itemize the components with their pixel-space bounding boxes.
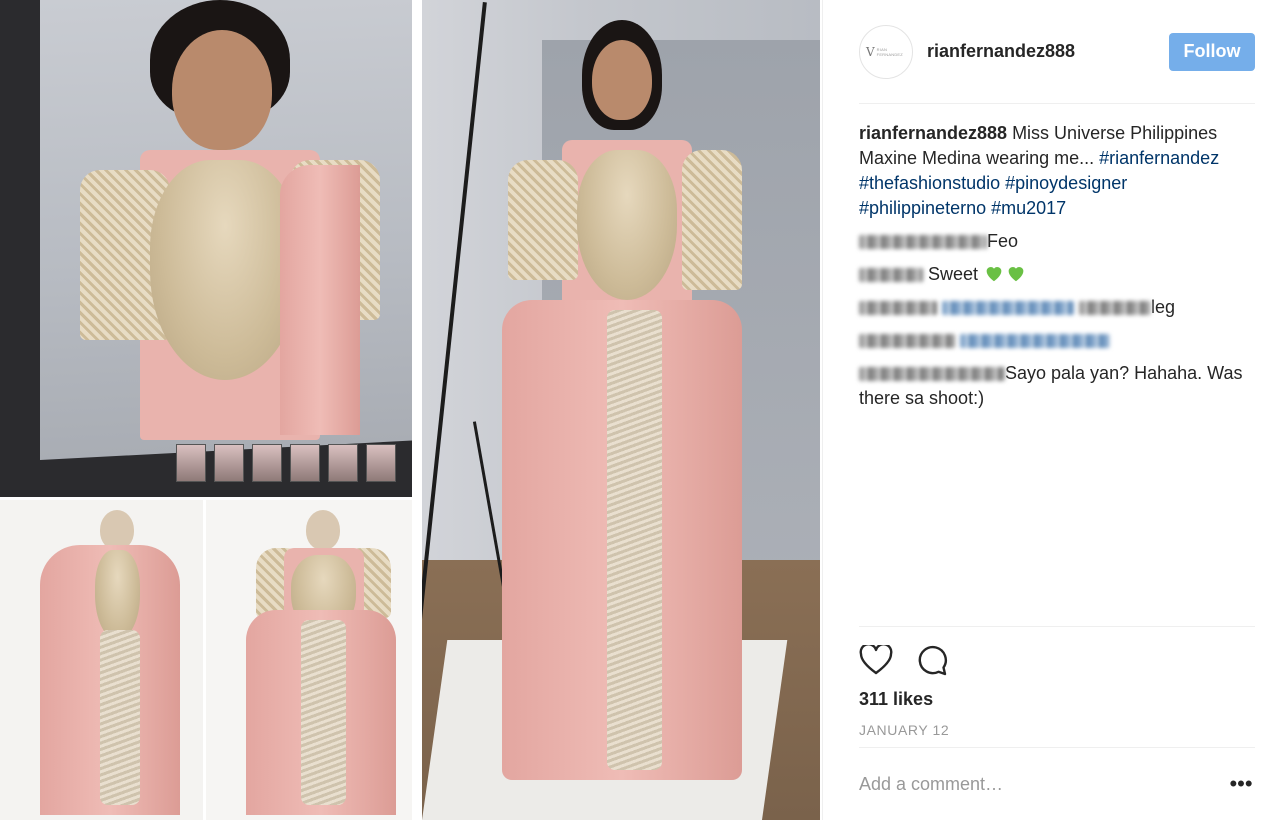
- post-sidebar: V RIAN FERNANDEZ rianfernandez888 Follow …: [822, 0, 1280, 820]
- hashtag-link[interactable]: #mu2017: [991, 198, 1066, 218]
- avatar[interactable]: V RIAN FERNANDEZ: [859, 24, 913, 79]
- like-button[interactable]: [859, 643, 893, 677]
- blurred-username: [859, 301, 937, 316]
- comment-item: Sayo pala yan? Hahaha. Was there sa shoo…: [859, 361, 1255, 411]
- photo-mannequin-side: [0, 500, 203, 820]
- post-header: V RIAN FERNANDEZ rianfernandez888 Follow: [859, 0, 1255, 104]
- blurred-username: [859, 268, 923, 283]
- comment-item: Sweet: [859, 262, 1255, 287]
- model-full-figure: [502, 20, 742, 820]
- heart-icon: [859, 645, 893, 675]
- comments-list: rianfernandez888 Miss Universe Philippin…: [859, 121, 1255, 411]
- hashtag-link[interactable]: #philippineterno: [859, 198, 986, 218]
- photo-mannequin-front: [206, 500, 412, 820]
- thumbnail-strip: [170, 438, 412, 488]
- follow-button[interactable]: Follow: [1169, 32, 1255, 71]
- brand-logo-icon: V RIAN FERNANDEZ: [866, 44, 903, 59]
- comment-text: Feo: [987, 231, 1019, 251]
- hashtag-link[interactable]: #pinoydesigner: [1005, 173, 1127, 193]
- comment-text: Sweet: [928, 264, 984, 284]
- hashtag-link[interactable]: #thefashionstudio: [859, 173, 1000, 193]
- caption: rianfernandez888 Miss Universe Philippin…: [859, 121, 1255, 221]
- comment-input[interactable]: [859, 773, 1227, 795]
- blurred-mention: [960, 334, 1111, 349]
- comment-item: [859, 328, 1255, 353]
- blurred-text: [1079, 301, 1152, 316]
- caption-username[interactable]: rianfernandez888: [859, 123, 1007, 143]
- comment-item: leg: [859, 295, 1255, 320]
- hashtag-link[interactable]: #rianfernandez: [1099, 148, 1219, 168]
- green-heart-emoji: [986, 267, 1002, 282]
- post-username[interactable]: rianfernandez888: [927, 41, 1169, 62]
- post-image[interactable]: [0, 0, 820, 820]
- comment-bar: •••: [859, 747, 1255, 820]
- comment-text: leg: [1151, 297, 1176, 317]
- blurred-mention: [942, 301, 1075, 316]
- more-options-icon[interactable]: •••: [1227, 770, 1255, 798]
- model-figure: [80, 0, 380, 450]
- blurred-username: [859, 367, 1005, 382]
- action-bar: 311 likes JANUARY 12: [859, 626, 1255, 746]
- photo-monitor-shot: [0, 0, 412, 497]
- post-date: JANUARY 12: [859, 722, 950, 738]
- blurred-username: [859, 334, 955, 349]
- comment-bubble-icon: [918, 645, 947, 676]
- comment-item: Feo: [859, 229, 1255, 254]
- comment-button[interactable]: [915, 643, 949, 677]
- blurred-username: [859, 235, 987, 250]
- green-heart-emoji: [1008, 267, 1024, 282]
- photo-full-length: [422, 0, 820, 820]
- likes-count[interactable]: 311 likes: [859, 689, 1255, 710]
